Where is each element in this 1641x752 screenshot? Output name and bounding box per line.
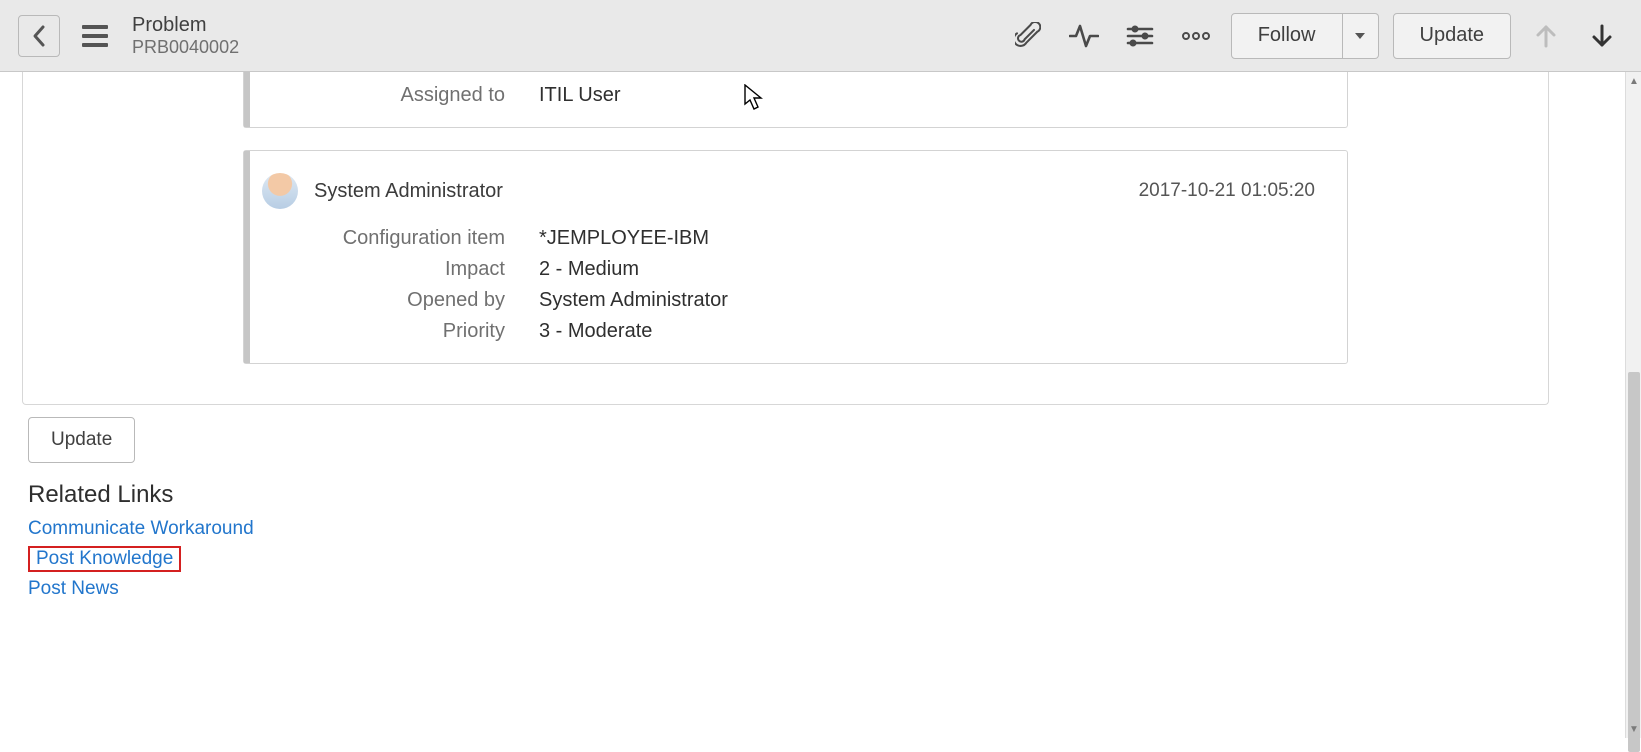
related-links-heading: Related Links xyxy=(28,463,1555,515)
form-scroll-area: Assigned to ITIL User System Administrat… xyxy=(0,72,1555,738)
sliders-icon xyxy=(1126,24,1154,48)
highlight-box: Post Knowledge xyxy=(28,546,181,572)
arrow-down-icon xyxy=(1590,23,1614,49)
record-number-label: PRB0040002 xyxy=(132,37,239,58)
record-title-block: Problem PRB0040002 xyxy=(132,14,239,58)
activity-author: System Administrator xyxy=(314,180,1139,203)
field-label: Priority xyxy=(289,320,539,343)
scrollbar-thumb[interactable] xyxy=(1628,372,1640,752)
attachments-button[interactable] xyxy=(1007,15,1049,57)
record-type-label: Problem xyxy=(132,14,239,37)
back-button[interactable] xyxy=(18,15,60,57)
field-value: *JEMPLOYEE-IBM xyxy=(539,227,709,250)
field-label: Impact xyxy=(289,258,539,281)
field-label: Assigned to xyxy=(289,84,539,107)
follow-button[interactable]: Follow xyxy=(1231,13,1343,59)
avatar xyxy=(262,173,298,209)
hamburger-icon xyxy=(82,25,108,47)
activity-entry: System Administrator 2017-10-21 01:05:20… xyxy=(243,150,1348,364)
personalize-button[interactable] xyxy=(1119,15,1161,57)
field-row: Impact 2 - Medium xyxy=(289,254,1327,285)
update-button-footer[interactable]: Update xyxy=(28,417,135,463)
related-link-row: Post Knowledge xyxy=(28,543,1555,575)
scroll-up-icon: ▲ xyxy=(1626,72,1641,90)
related-link-post-news[interactable]: Post News xyxy=(28,578,119,599)
field-value: 2 - Medium xyxy=(539,258,639,281)
field-row: Priority 3 - Moderate xyxy=(289,316,1327,347)
chevron-left-icon xyxy=(31,24,47,48)
field-value: 3 - Moderate xyxy=(539,320,652,343)
activity-entry-partial: Assigned to ITIL User xyxy=(243,72,1348,128)
arrow-up-icon xyxy=(1534,23,1558,49)
related-link-post-knowledge[interactable]: Post Knowledge xyxy=(36,548,173,569)
field-row: Configuration item *JEMPLOYEE-IBM xyxy=(289,223,1327,254)
paperclip-icon xyxy=(1015,22,1041,50)
field-value: System Administrator xyxy=(539,289,728,312)
follow-button-group: Follow xyxy=(1231,13,1379,59)
menu-button[interactable] xyxy=(74,15,116,57)
related-link-communicate-workaround[interactable]: Communicate Workaround xyxy=(28,518,254,539)
form-card: Assigned to ITIL User System Administrat… xyxy=(22,72,1549,405)
follow-dropdown-button[interactable] xyxy=(1343,13,1379,59)
activity-icon xyxy=(1069,23,1099,49)
caret-down-icon xyxy=(1354,32,1366,40)
activity-button[interactable] xyxy=(1063,15,1105,57)
form-header: Problem PRB0040002 Follow xyxy=(0,0,1641,72)
field-label: Configuration item xyxy=(289,227,539,250)
related-link-row: Communicate Workaround xyxy=(28,515,1555,543)
field-row: Assigned to ITIL User xyxy=(289,80,1327,111)
more-actions-button[interactable] xyxy=(1175,15,1217,57)
scroll-down-icon: ▼ xyxy=(1626,720,1641,738)
update-button-header[interactable]: Update xyxy=(1393,13,1512,59)
field-row: Opened by System Administrator xyxy=(289,285,1327,316)
more-icon xyxy=(1181,31,1211,41)
activity-timestamp: 2017-10-21 01:05:20 xyxy=(1139,180,1315,202)
related-link-row: Post News xyxy=(28,575,1555,603)
field-value: ITIL User xyxy=(539,84,621,107)
previous-record-button[interactable] xyxy=(1525,15,1567,57)
next-record-button[interactable] xyxy=(1581,15,1623,57)
scrollbar[interactable]: ▲ ▼ xyxy=(1625,72,1641,738)
field-label: Opened by xyxy=(289,289,539,312)
